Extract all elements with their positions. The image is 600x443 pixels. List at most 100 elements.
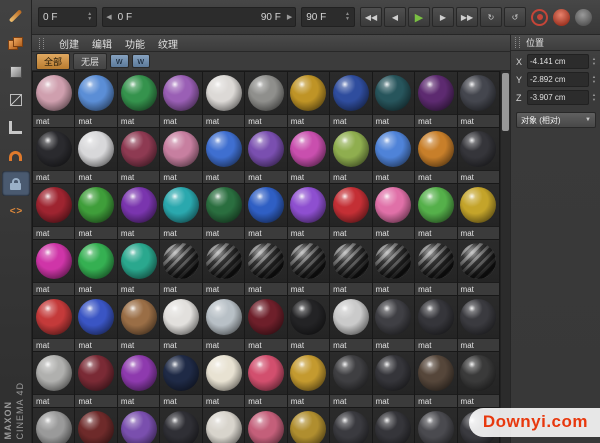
material-item[interactable]: mat	[245, 296, 286, 351]
material-item[interactable]: mat	[373, 128, 414, 183]
loop-mode-button[interactable]: ↻	[480, 7, 502, 27]
material-item[interactable]: mat	[245, 184, 286, 239]
material-item[interactable]: mat	[415, 184, 456, 239]
material-item[interactable]: mat	[203, 240, 244, 295]
end-frame-spinner[interactable]: ▲ ▼	[345, 12, 350, 23]
goto-end-button[interactable]: ▶▶	[456, 7, 478, 27]
material-item[interactable]: mat	[160, 184, 201, 239]
material-item[interactable]: mat	[160, 72, 201, 127]
material-item[interactable]: mat	[33, 296, 74, 351]
record-keyframe-button[interactable]	[531, 9, 548, 26]
material-item[interactable]: mat	[160, 296, 201, 351]
frame-spinner[interactable]: ▲ ▼	[87, 12, 92, 23]
position-x-spinner[interactable]: ▲ ▼	[592, 57, 596, 67]
material-item[interactable]: mat	[245, 408, 286, 443]
material-item[interactable]: mat	[245, 352, 286, 407]
material-item[interactable]: mat	[203, 184, 244, 239]
material-item[interactable]: mat	[160, 128, 201, 183]
material-item[interactable]: mat	[415, 72, 456, 127]
material-item[interactable]: mat	[288, 408, 329, 443]
scrollbar-thumb[interactable]	[502, 73, 509, 131]
material-item[interactable]: mat	[373, 184, 414, 239]
material-item[interactable]: mat	[118, 184, 159, 239]
material-item[interactable]: mat	[118, 408, 159, 443]
material-item[interactable]: mat	[330, 352, 371, 407]
material-item[interactable]: mat	[245, 240, 286, 295]
material-item[interactable]: mat	[75, 240, 116, 295]
autokey-button[interactable]	[553, 9, 570, 26]
material-item[interactable]: mat	[118, 352, 159, 407]
material-item[interactable]: mat	[373, 72, 414, 127]
material-item[interactable]: mat	[33, 128, 74, 183]
keyframe-selection-button[interactable]	[575, 9, 592, 26]
material-item[interactable]: mat	[203, 408, 244, 443]
menu-item[interactable]: 纹理	[158, 36, 178, 51]
material-item[interactable]: mat	[33, 184, 74, 239]
panel-grip[interactable]	[39, 38, 44, 49]
material-item[interactable]: mat	[373, 408, 414, 443]
play-button[interactable]: ▶	[408, 7, 430, 27]
axis-mode-button[interactable]	[2, 115, 30, 140]
filter-button[interactable]: 全部	[36, 53, 70, 70]
slider-right-arrow-icon[interactable]: ▶	[287, 13, 292, 21]
xpresso-button[interactable]: < >	[2, 199, 30, 224]
material-item[interactable]: mat	[330, 72, 371, 127]
material-item[interactable]: mat	[160, 408, 201, 443]
material-item[interactable]: mat	[118, 296, 159, 351]
slider-track[interactable]: 0 F 90 F	[116, 12, 283, 23]
material-item[interactable]: mat	[415, 296, 456, 351]
material-item[interactable]: mat	[415, 128, 456, 183]
object-mode-button[interactable]	[2, 59, 30, 84]
material-item[interactable]: mat	[160, 352, 201, 407]
material-item[interactable]: mat	[75, 128, 116, 183]
material-item[interactable]: mat	[288, 72, 329, 127]
material-item[interactable]: mat	[458, 72, 499, 127]
material-item[interactable]: mat	[160, 240, 201, 295]
current-frame-field[interactable]: 0 F ▲ ▼	[38, 7, 97, 27]
filter-button[interactable]: w	[110, 54, 129, 68]
material-item[interactable]: mat	[33, 72, 74, 127]
material-scrollbar[interactable]	[500, 71, 510, 443]
material-item[interactable]: mat	[203, 128, 244, 183]
material-item[interactable]: mat	[245, 72, 286, 127]
material-item[interactable]: mat	[118, 240, 159, 295]
position-y-spinner[interactable]: ▲ ▼	[592, 75, 596, 85]
material-item[interactable]: mat	[330, 128, 371, 183]
menu-item[interactable]: 创建	[59, 36, 79, 51]
position-y-field[interactable]: -2.892 cm	[527, 72, 589, 87]
menu-item[interactable]: 功能	[125, 36, 145, 51]
timeline-range-slider[interactable]: ◀ 0 F 90 F ▶	[102, 7, 296, 27]
material-item[interactable]: mat	[245, 128, 286, 183]
material-item[interactable]: mat	[288, 128, 329, 183]
panel-grip[interactable]	[515, 37, 520, 48]
material-item[interactable]: mat	[458, 240, 499, 295]
material-item[interactable]: mat	[288, 240, 329, 295]
material-item[interactable]: mat	[203, 296, 244, 351]
goto-start-button[interactable]: ◀◀	[360, 7, 382, 27]
material-item[interactable]: mat	[33, 240, 74, 295]
coordinate-mode-dropdown[interactable]: 对象 (相对) ▼	[516, 112, 596, 128]
material-item[interactable]: mat	[415, 408, 456, 443]
filter-button[interactable]: 无层	[73, 53, 107, 70]
material-item[interactable]: mat	[75, 352, 116, 407]
material-item[interactable]: mat	[118, 72, 159, 127]
material-item[interactable]: mat	[373, 296, 414, 351]
menu-item[interactable]: 编辑	[92, 36, 112, 51]
material-item[interactable]: mat	[75, 296, 116, 351]
material-item[interactable]: mat	[330, 296, 371, 351]
next-key-button[interactable]: ▶	[432, 7, 454, 27]
pen-tool-button[interactable]	[2, 3, 30, 28]
material-item[interactable]: mat	[203, 352, 244, 407]
material-item[interactable]: mat	[373, 240, 414, 295]
material-item[interactable]: mat	[415, 240, 456, 295]
model-mode-button[interactable]	[2, 31, 30, 56]
material-item[interactable]: mat	[415, 352, 456, 407]
material-item[interactable]: mat	[288, 184, 329, 239]
slider-left-arrow-icon[interactable]: ◀	[106, 13, 111, 21]
material-item[interactable]: mat	[458, 296, 499, 351]
material-item[interactable]: mat	[458, 128, 499, 183]
lock-button[interactable]	[2, 171, 30, 196]
material-item[interactable]: mat	[330, 240, 371, 295]
material-item[interactable]: mat	[330, 184, 371, 239]
material-item[interactable]: mat	[75, 184, 116, 239]
